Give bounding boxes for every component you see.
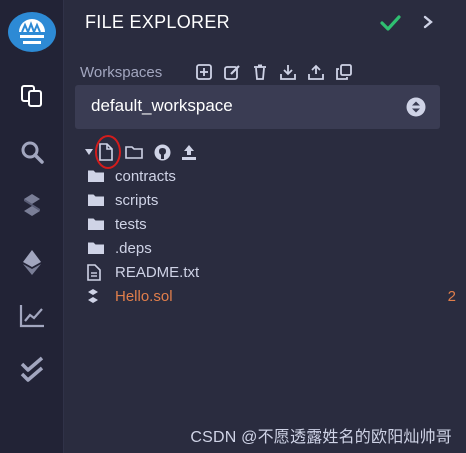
tree-item-hello-sol[interactable]: Hello.sol 2 [87, 284, 456, 308]
tree-item-tests[interactable]: tests [87, 212, 456, 236]
file-explorer-icon[interactable] [0, 74, 64, 118]
upload-icon[interactable] [179, 142, 199, 162]
solidity-file-icon [87, 287, 107, 305]
analytics-icon[interactable] [0, 294, 64, 338]
chevron-right-icon[interactable] [421, 14, 435, 30]
watermark: CSDN @不愿透露姓名的欧阳灿帅哥 [190, 429, 452, 446]
download-workspace-icon[interactable] [277, 63, 299, 81]
github-icon[interactable] [152, 142, 172, 162]
add-workspace-icon[interactable] [193, 63, 215, 81]
workspace-toolbar [193, 63, 355, 81]
new-folder-icon[interactable] [124, 142, 144, 162]
tree-item-label: .deps [115, 239, 152, 257]
rename-workspace-icon[interactable] [221, 63, 243, 81]
unit-testing-icon[interactable] [0, 348, 64, 392]
problem-count-badge: 2 [447, 287, 456, 305]
folder-icon [87, 215, 107, 233]
workspace-select[interactable]: default_workspace [75, 85, 440, 129]
tree-item-deps[interactable]: .deps [87, 236, 456, 260]
tree-item-label: contracts [115, 167, 176, 185]
workspace-select-value: default_workspace [91, 96, 233, 115]
deploy-icon[interactable] [0, 240, 64, 284]
activity-bar [0, 0, 64, 453]
folder-icon [87, 167, 107, 185]
panel-title: FILE EXPLORER [85, 12, 230, 32]
upload-workspace-icon[interactable] [305, 63, 327, 81]
delete-workspace-icon[interactable] [249, 63, 271, 81]
check-icon[interactable] [379, 12, 401, 34]
tree-item-label: scripts [115, 191, 159, 209]
search-icon[interactable] [0, 130, 64, 174]
workspaces-label: Workspaces [80, 64, 163, 81]
tree-item-scripts[interactable]: scripts [87, 188, 456, 212]
clone-workspace-icon[interactable] [333, 63, 355, 81]
folder-icon [87, 239, 107, 257]
tree-item-label: Hello.sol [115, 287, 173, 305]
folder-icon [87, 191, 107, 209]
file-tree: contracts scripts tests .deps README.txt… [87, 164, 456, 308]
select-arrows-icon [406, 97, 426, 117]
tree-item-contracts[interactable]: contracts [87, 164, 456, 188]
tree-item-label: README.txt [115, 263, 200, 281]
file-explorer-panel: FILE EXPLORER Workspaces default_workspa… [65, 0, 466, 453]
tree-item-readme[interactable]: README.txt [87, 260, 456, 284]
text-file-icon [87, 263, 107, 281]
remix-logo-icon[interactable] [0, 8, 64, 52]
solidity-compiler-icon[interactable] [0, 184, 64, 228]
tree-item-label: tests [115, 215, 147, 233]
